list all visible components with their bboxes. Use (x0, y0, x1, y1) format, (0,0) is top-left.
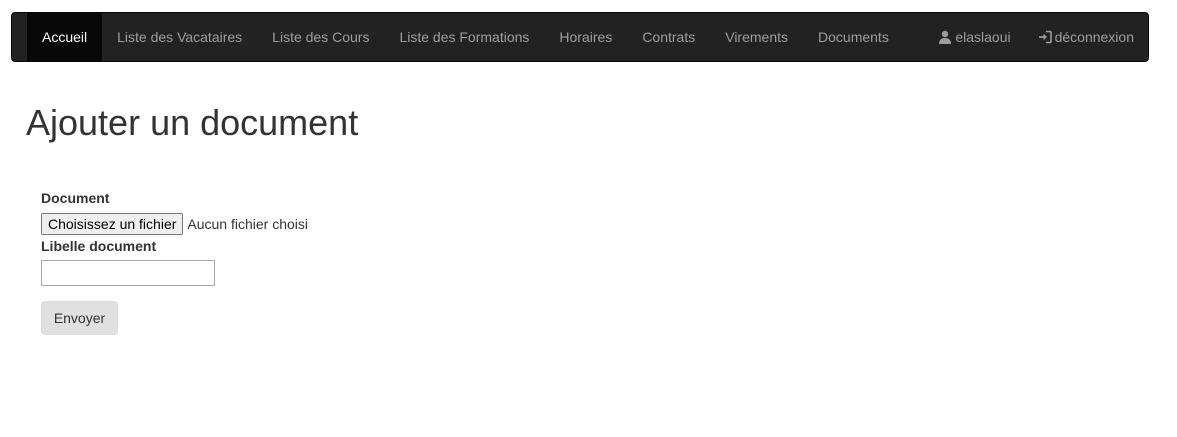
add-document-form: Document Choisissez un fichier Aucun fic… (41, 189, 308, 335)
nav-user-menu: elaslaoui déconnexion (925, 13, 1148, 61)
page-title: Ajouter un document (26, 102, 359, 143)
file-input: Choisissez un fichier Aucun fichier choi… (41, 213, 308, 235)
libelle-field-label: Libelle document (41, 238, 157, 254)
file-status-text: Aucun fichier choisi (187, 216, 309, 232)
nav-item-liste-des-vacataires[interactable]: Liste des Vacataires (102, 13, 257, 61)
logout-link[interactable]: déconnexion (1025, 13, 1148, 61)
choose-file-button[interactable]: Choisissez un fichier (41, 213, 184, 235)
document-field-label: Document (41, 190, 110, 206)
libelle-document-input[interactable] (41, 260, 215, 286)
user-menu-link[interactable]: elaslaoui (925, 13, 1024, 61)
user-icon (938, 30, 952, 44)
user-name: elaslaoui (955, 29, 1011, 45)
nav-item-horaires[interactable]: Horaires (544, 13, 627, 61)
logout-label: déconnexion (1054, 29, 1134, 45)
nav-menu: Accueil Liste des Vacataires Liste des C… (12, 13, 904, 61)
nav-item-accueil[interactable]: Accueil (27, 13, 103, 61)
nav-item-contrats[interactable]: Contrats (627, 13, 710, 61)
top-navbar: Accueil Liste des Vacataires Liste des C… (11, 12, 1149, 62)
submit-button[interactable]: Envoyer (41, 301, 118, 335)
nav-item-documents[interactable]: Documents (803, 13, 904, 61)
sign-in-icon (1038, 30, 1052, 44)
nav-item-liste-des-formations[interactable]: Liste des Formations (384, 13, 544, 61)
nav-item-liste-des-cours[interactable]: Liste des Cours (257, 13, 384, 61)
nav-item-virements[interactable]: Virements (710, 13, 803, 61)
